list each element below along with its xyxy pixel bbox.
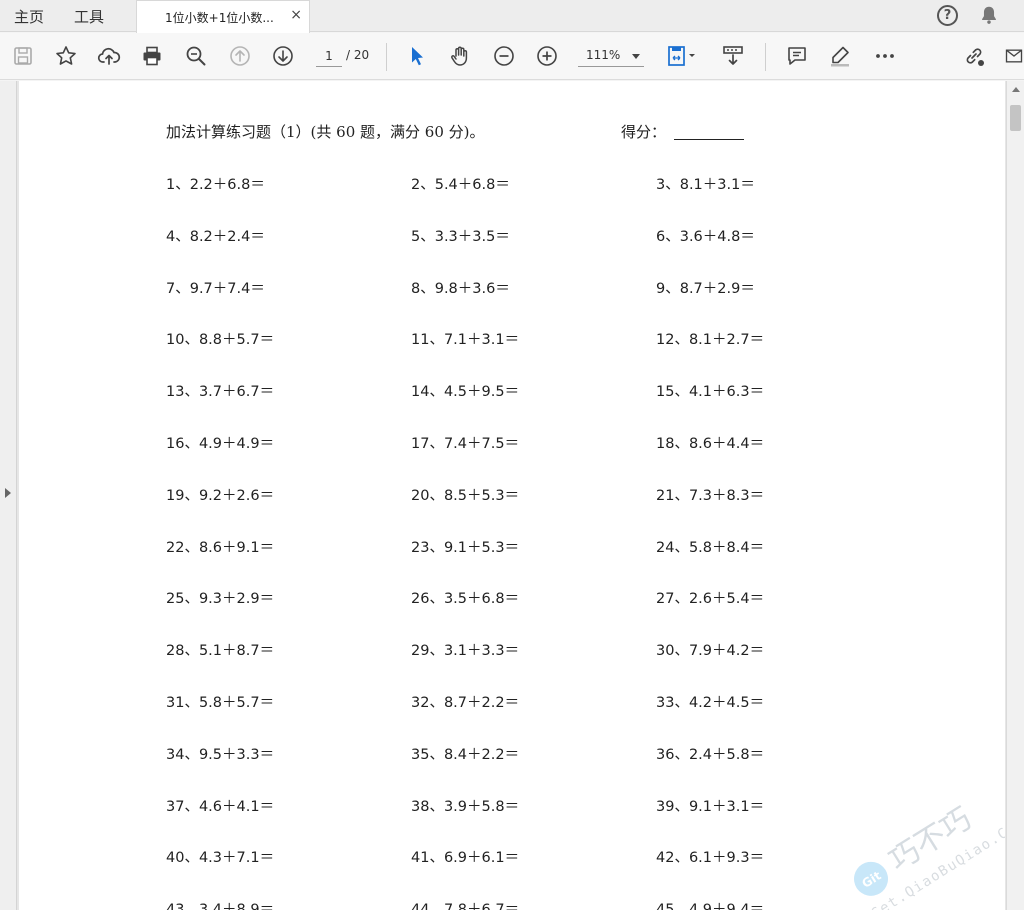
- problem-item: 45、4.9＋9.4＝: [656, 898, 764, 910]
- score-blank-line: [674, 139, 744, 140]
- document-workspace: 加法计算练习题（1）(共 60 题，满分 60 分)。 得分： 1、2.2＋6.…: [0, 81, 1024, 910]
- left-panel-toggle[interactable]: [0, 81, 17, 910]
- problem-item: 8、9.8＋3.6＝: [411, 280, 510, 297]
- problem-item: 16、4.9＋4.9＝: [166, 436, 275, 452]
- page-up-icon[interactable]: [227, 43, 253, 69]
- page-total-label: / 20: [346, 48, 370, 62]
- highlight-pen-icon[interactable]: [827, 43, 853, 69]
- problem-item: 26、3.5＋6.8＝: [411, 591, 520, 608]
- score-label: 得分：: [621, 123, 667, 141]
- problem-item: 37、4.6＋4.1＝: [166, 798, 275, 815]
- problem-item: 35、8.4＋2.2＝: [411, 746, 520, 763]
- problem-item: 6、3.6＋4.8＝: [656, 228, 755, 245]
- worksheet-title: 加法计算练习题（1）(共 60 题，满分 60 分)。: [166, 123, 485, 141]
- zoom-out-icon[interactable]: [491, 43, 517, 69]
- problem-item: 25、9.3＋2.9＝: [166, 591, 275, 608]
- scroll-thumb[interactable]: [1010, 105, 1021, 131]
- bell-icon[interactable]: [978, 4, 1000, 26]
- problem-item: 36、2.4＋5.8＝: [656, 746, 765, 763]
- save-icon[interactable]: [10, 43, 36, 69]
- zoom-select[interactable]: 111%: [578, 45, 644, 67]
- problem-item: 39、9.1＋3.1＝: [656, 798, 765, 815]
- scroll-mode-icon[interactable]: [720, 43, 746, 69]
- more-icon[interactable]: [872, 43, 898, 69]
- problem-item: 24、5.8＋8.4＝: [656, 539, 765, 556]
- toolbar-divider: [765, 43, 766, 71]
- tab-bar: 主页 工具 1位小数+1位小数... × ?: [0, 0, 1024, 33]
- share-link-icon[interactable]: [961, 43, 987, 69]
- tools-tab[interactable]: 工具: [74, 6, 104, 27]
- problem-item: 28、5.1＋8.7＝: [166, 643, 275, 660]
- scroll-up-icon[interactable]: [1012, 87, 1020, 92]
- problem-item: 3、8.1＋3.1＝: [656, 177, 755, 193]
- comment-icon[interactable]: [784, 43, 810, 69]
- problem-item: 9、8.7＋2.9＝: [656, 280, 755, 297]
- print-icon[interactable]: [139, 43, 165, 69]
- problem-item: 1、2.2＋6.8＝: [166, 177, 265, 193]
- problem-item: 23、9.1＋5.3＝: [411, 539, 520, 556]
- problem-item: 41、6.9＋6.1＝: [411, 850, 520, 867]
- problem-item: 34、9.5＋3.3＝: [166, 746, 275, 763]
- zoom-search-icon[interactable]: [183, 43, 209, 69]
- watermark-logo: Git 巧不巧 Get.QiaoBuQiao.COM: [854, 801, 1005, 910]
- problem-item: 4、8.2＋2.4＝: [166, 228, 265, 245]
- vertical-scrollbar[interactable]: [1006, 81, 1024, 910]
- problem-item: 43、3.4＋8.9＝: [166, 898, 274, 910]
- problem-item: 5、3.3＋3.5＝: [411, 228, 510, 245]
- problem-item: 20、8.5＋5.3＝: [411, 487, 520, 504]
- help-icon[interactable]: ?: [937, 5, 958, 26]
- problem-item: 33、4.2＋4.5＝: [656, 695, 765, 711]
- problem-item: 29、3.1＋3.3＝: [411, 643, 520, 660]
- zoom-value: 111%: [586, 48, 621, 62]
- close-tab-icon[interactable]: ×: [290, 7, 302, 23]
- problem-item: 2、5.4＋6.8＝: [411, 177, 510, 193]
- chevron-down-icon: [632, 54, 640, 59]
- chevron-right-icon: [5, 488, 11, 498]
- problem-item: 10、8.8＋5.7＝: [166, 332, 275, 349]
- problem-item: 18、8.6＋4.4＝: [656, 436, 765, 452]
- problem-item: 19、9.2＋2.6＝: [166, 487, 275, 504]
- problem-item: 12、8.1＋2.7＝: [656, 332, 765, 349]
- star-icon[interactable]: [53, 43, 79, 69]
- toolbar-divider: [386, 43, 387, 71]
- page-down-icon[interactable]: [270, 43, 296, 69]
- home-tab[interactable]: 主页: [14, 6, 44, 27]
- problem-item: 21、7.3＋8.3＝: [656, 487, 765, 504]
- problem-item: 27、2.6＋5.4＝: [656, 591, 765, 608]
- pdf-page: 加法计算练习题（1）(共 60 题，满分 60 分)。 得分： 1、2.2＋6.…: [19, 81, 1005, 910]
- problem-item: 15、4.1＋6.3＝: [656, 384, 765, 401]
- document-tab[interactable]: 1位小数+1位小数... ×: [136, 0, 310, 33]
- problem-item: 13、3.7＋6.7＝: [166, 384, 275, 401]
- problem-item: 38、3.9＋5.8＝: [411, 798, 520, 815]
- problem-item: 32、8.7＋2.2＝: [411, 695, 520, 711]
- problem-item: 42、6.1＋9.3＝: [656, 850, 765, 867]
- page-number-input[interactable]: [316, 45, 342, 67]
- problem-item: 14、4.5＋9.5＝: [411, 384, 520, 401]
- problem-item: 40、4.3＋7.1＝: [166, 850, 275, 867]
- select-cursor-icon[interactable]: [404, 43, 430, 69]
- problem-item: 44、7.8＋6.7＝: [411, 898, 519, 910]
- problem-item: 31、5.8＋5.7＝: [166, 695, 275, 711]
- hand-icon[interactable]: [447, 43, 473, 69]
- zoom-in-icon[interactable]: [534, 43, 560, 69]
- toolbar: / 20 111%: [0, 33, 1024, 80]
- email-icon[interactable]: [1004, 43, 1024, 69]
- problem-item: 17、7.4＋7.5＝: [411, 436, 520, 452]
- problem-item: 30、7.9＋4.2＝: [656, 643, 765, 660]
- document-tab-title: 1位小数+1位小数...: [165, 11, 274, 25]
- problem-item: 22、8.6＋9.1＝: [166, 539, 275, 556]
- fit-page-icon[interactable]: [664, 43, 700, 69]
- problem-item: 7、9.7＋7.4＝: [166, 280, 265, 297]
- problem-item: 11、7.1＋3.1＝: [411, 332, 520, 349]
- upload-cloud-icon[interactable]: [96, 43, 122, 69]
